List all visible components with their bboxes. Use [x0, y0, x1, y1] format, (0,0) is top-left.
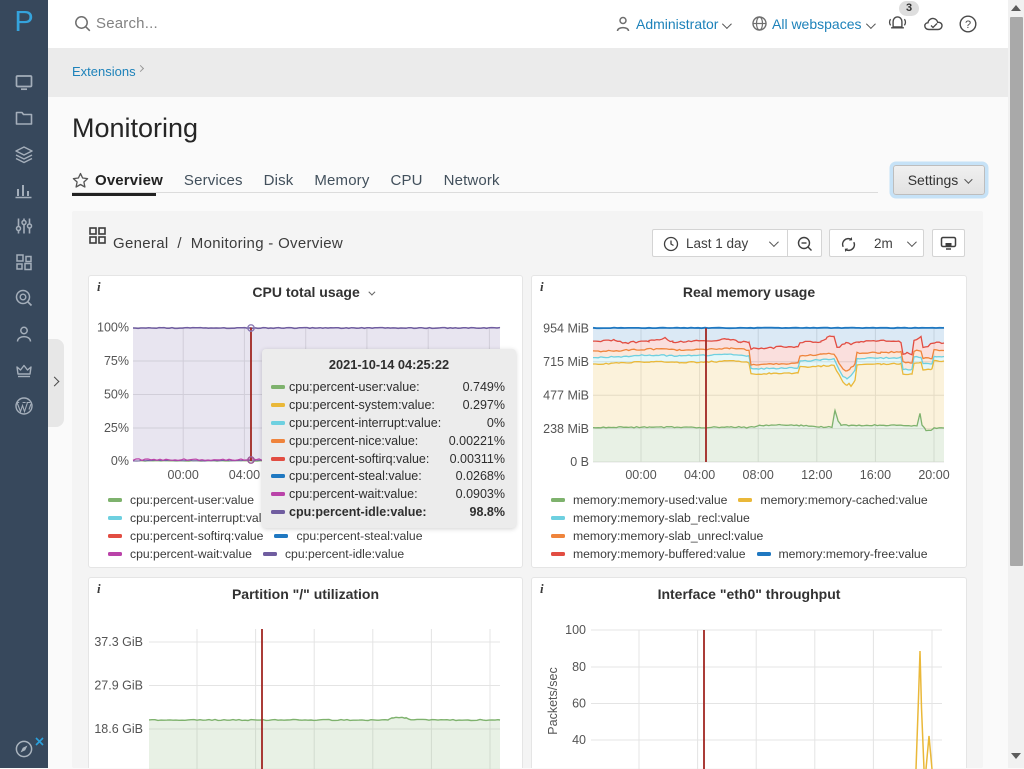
svg-text:08:00: 08:00 — [743, 468, 774, 482]
svg-text:00:00: 00:00 — [168, 468, 199, 482]
svg-text:100: 100 — [565, 623, 586, 637]
svg-text:40: 40 — [572, 733, 586, 747]
svg-text:16:00: 16:00 — [860, 468, 891, 482]
svg-text:27.9 GiB: 27.9 GiB — [94, 679, 143, 693]
svg-text:?: ? — [965, 19, 971, 31]
svg-text:25%: 25% — [104, 421, 129, 435]
svg-text:954 MiB: 954 MiB — [543, 322, 589, 336]
svg-text:04:00: 04:00 — [229, 468, 260, 482]
svg-text:12:00: 12:00 — [801, 468, 832, 482]
svg-text:04:00: 04:00 — [684, 468, 715, 482]
svg-text:0 B: 0 B — [570, 455, 589, 469]
svg-text:18.6 GiB: 18.6 GiB — [94, 722, 143, 736]
svg-text:477 MiB: 477 MiB — [543, 388, 589, 402]
svg-text:37.3 GiB: 37.3 GiB — [94, 635, 143, 649]
svg-text:80: 80 — [572, 660, 586, 674]
svg-text:Packets/sec: Packets/sec — [546, 667, 560, 734]
svg-text:60: 60 — [572, 697, 586, 711]
svg-text:238 MiB: 238 MiB — [543, 422, 589, 436]
svg-text:00:00: 00:00 — [625, 468, 656, 482]
svg-text:715 MiB: 715 MiB — [543, 355, 589, 369]
svg-text:75%: 75% — [104, 354, 129, 368]
svg-text:20:00: 20:00 — [918, 468, 949, 482]
svg-text:100%: 100% — [97, 321, 129, 335]
svg-text:50%: 50% — [104, 388, 129, 402]
svg-text:0%: 0% — [111, 454, 129, 468]
